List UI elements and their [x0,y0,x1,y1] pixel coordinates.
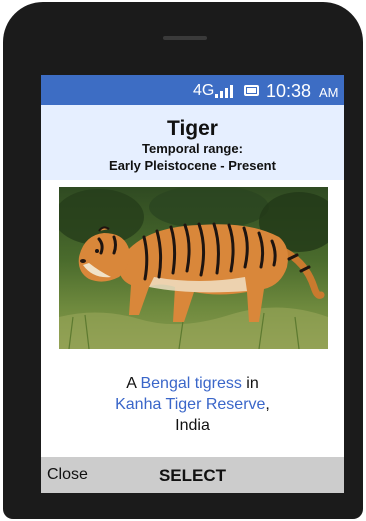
network-type: 4G [193,82,215,99]
screen: 4G 10:38 AM Tiger Temporal range: Early … [41,75,344,493]
bengal-tigress-link[interactable]: Bengal tigress [140,375,241,392]
battery-icon [244,85,259,96]
image-caption: A Bengal tigress in Kanha Tiger Reserve,… [41,373,344,436]
kanha-tiger-reserve-link[interactable]: Kanha Tiger Reserve [115,396,265,413]
softkey-bar: Close SELECT [41,457,344,493]
temporal-range-label: Temporal range: [142,141,243,156]
tiger-photo [59,187,328,349]
page-title: Tiger [167,117,218,140]
caption-text: India [175,417,210,434]
status-bar: 4G 10:38 AM [41,75,344,105]
article-header: Tiger Temporal range: Early Pleistocene … [41,105,344,180]
caption-text: , [265,396,270,413]
clock-time: 10:38 [266,81,312,101]
clock-ampm: AM [319,85,339,100]
caption-text: A [126,375,141,392]
signal-icon [215,84,237,98]
phone-frame: 4G 10:38 AM Tiger Temporal range: Early … [3,2,363,519]
speaker-grille [163,36,207,40]
caption-text: in [241,375,259,392]
temporal-range-value: Early Pleistocene - Present [109,158,276,173]
select-softkey[interactable]: SELECT [41,466,344,486]
